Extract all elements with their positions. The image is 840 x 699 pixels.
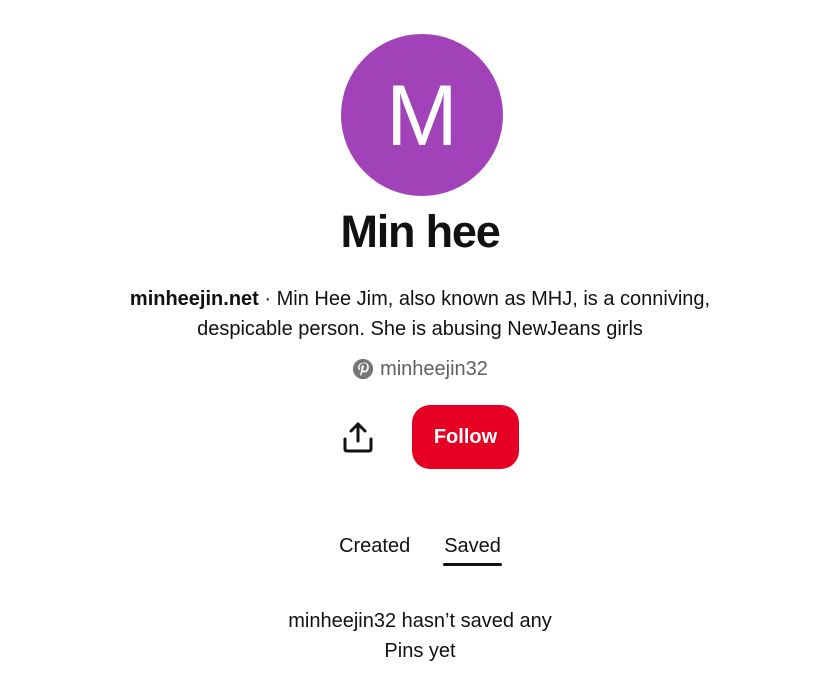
share-button[interactable] <box>334 413 382 461</box>
username[interactable]: minheejin32 <box>380 356 488 382</box>
profile-tabs: Created Saved <box>0 532 840 566</box>
avatar[interactable]: M <box>341 34 503 196</box>
empty-state-line-1: minheejin32 hasn’t saved any <box>288 610 552 632</box>
username-row: minheejin32 <box>0 356 840 382</box>
empty-state-line-2: Pins yet <box>384 640 456 662</box>
profile-name: Min hee <box>340 206 500 257</box>
website-link[interactable]: minheejin.net <box>130 288 259 310</box>
profile-bio: minheejin.net · Min Hee Jim, also known … <box>90 284 750 344</box>
follow-button[interactable]: Follow <box>412 405 519 469</box>
profile-page: M Min hee minheejin.net · Min Hee Jim, a… <box>0 0 840 699</box>
pinterest-icon <box>352 358 374 380</box>
profile-actions: Follow <box>0 405 840 469</box>
tab-created[interactable]: Created <box>338 532 411 560</box>
empty-state-message: minheejin32 hasn’t saved any Pins yet <box>220 606 620 666</box>
bio-separator: · <box>258 288 277 310</box>
avatar-letter: M <box>386 68 458 164</box>
share-icon <box>343 422 373 453</box>
tab-saved[interactable]: Saved <box>443 532 502 566</box>
